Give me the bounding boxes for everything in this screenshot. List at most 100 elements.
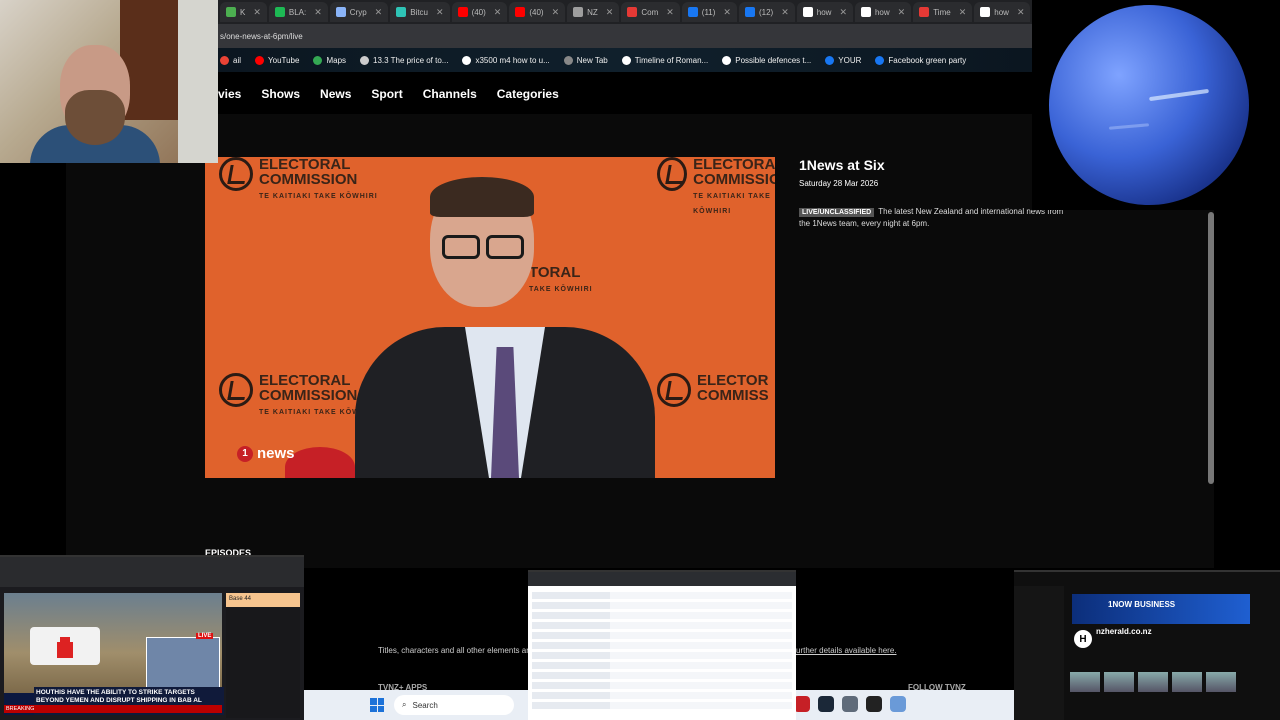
- footer-details-link[interactable]: urther details available here.: [796, 646, 897, 655]
- bookmark-label: ail: [233, 55, 242, 65]
- bookmark-favicon-icon: [621, 55, 631, 65]
- close-icon[interactable]: ✕: [436, 7, 444, 18]
- bookmark-label: New Tab: [576, 55, 608, 65]
- tab-favicon-icon: [335, 7, 346, 17]
- address-bar[interactable]: s/one-news-at-6pm/live: [218, 24, 1032, 48]
- close-icon[interactable]: ✕: [898, 7, 906, 18]
- tab-favicon-icon: [627, 7, 638, 17]
- browser-tab[interactable]: (40) ✕: [451, 2, 508, 22]
- email-row: [532, 662, 792, 669]
- bookmark-favicon-icon: [875, 55, 885, 65]
- chat-panel: Base 44: [226, 593, 300, 718]
- bookmark-label: Maps: [326, 55, 347, 65]
- site-nav-item[interactable]: Shows: [261, 87, 300, 101]
- browser-tab[interactable]: BLA: ✕: [268, 2, 328, 22]
- tab-label: Com: [641, 7, 659, 17]
- close-icon[interactable]: ✕: [959, 7, 967, 18]
- close-icon[interactable]: ✕: [606, 7, 614, 18]
- bookmark-item[interactable]: Timeline of Roman...: [621, 55, 709, 65]
- electoral-commission-logo: ELECTORAL COMMISSION TE KAITIAKI TAKE KŌWH…: [219, 157, 378, 204]
- 1news-bug: 1 news: [237, 445, 295, 462]
- email-row: [532, 652, 792, 659]
- close-icon[interactable]: ✕: [723, 7, 731, 18]
- channel-name: nzherald.co.nz: [1096, 627, 1152, 636]
- close-icon[interactable]: ✕: [781, 7, 789, 18]
- ec-sub: TE KAITIAKI TAKE KŌWHIRI: [693, 193, 771, 215]
- site-nav-item[interactable]: Channels: [423, 87, 477, 101]
- site-nav-item[interactable]: Categories: [497, 87, 559, 101]
- bookmark-label: 13.3 The price of to...: [373, 55, 449, 65]
- browser-tab[interactable]: (12) ✕: [738, 2, 795, 22]
- thumbnail-news-stream: LIVE HOUTHIS HAVE THE ABILITY TO STRIKE …: [0, 555, 304, 720]
- chatgpt-icon[interactable]: [866, 696, 882, 712]
- site-nav-item[interactable]: Sport: [371, 87, 402, 101]
- tab-label: (40): [471, 7, 486, 17]
- electoral-commission-logo-right: ELECTORALCOMMISSIONTE KAITIAKI TAKE KŌWH…: [657, 157, 775, 219]
- bookmark-favicon-icon: [722, 55, 732, 65]
- bookmark-item[interactable]: x3500 m4 how to u...: [462, 55, 550, 65]
- bookmark-item[interactable]: YOUR: [825, 55, 862, 65]
- bookmark-item[interactable]: Facebook green party: [875, 55, 966, 65]
- browser-tab[interactable]: (40) ✕: [509, 2, 566, 22]
- close-icon[interactable]: ✕: [314, 7, 322, 18]
- taskbar-icons: [794, 696, 906, 712]
- bookmark-item[interactable]: ail: [220, 55, 242, 65]
- browser-tab[interactable]: how ✕: [796, 2, 853, 22]
- steam-icon[interactable]: [818, 696, 834, 712]
- bookmark-item[interactable]: Possible defences t...: [722, 55, 812, 65]
- browser-tab[interactable]: K ✕: [220, 2, 267, 22]
- browser-tab[interactable]: Time ✕: [913, 2, 973, 22]
- close-icon[interactable]: ✕: [666, 7, 674, 18]
- browser-tab[interactable]: Bitcu ✕: [390, 2, 450, 22]
- bookmark-label: YOUR: [838, 55, 862, 65]
- close-icon[interactable]: ✕: [839, 7, 847, 18]
- video-player[interactable]: ELECTORAL COMMISSION TE KAITIAKI TAKE KŌWH…: [205, 157, 775, 478]
- bookmark-favicon-icon: [313, 55, 323, 65]
- bookmark-label: Possible defences t...: [735, 55, 812, 65]
- bookmark-item[interactable]: YouTube: [255, 55, 299, 65]
- tick-icon: [219, 157, 253, 191]
- ec-line-2: COMMISSION: [693, 171, 775, 188]
- speaker: [355, 177, 655, 478]
- bookmark-item[interactable]: 13.3 The price of to...: [360, 55, 449, 65]
- browser-tab[interactable]: Com ✕: [621, 2, 680, 22]
- site-nav: vies Shows News Sport Channels Categories: [218, 74, 1032, 114]
- tab-favicon-icon: [744, 7, 755, 17]
- close-icon[interactable]: ✕: [494, 7, 502, 18]
- app-red-icon[interactable]: [794, 696, 810, 712]
- windows-start-icon[interactable]: [370, 698, 384, 712]
- tick-icon: [657, 373, 691, 407]
- bookmark-item[interactable]: Maps: [313, 55, 347, 65]
- email-row: [532, 642, 792, 649]
- email-row: [532, 622, 792, 629]
- close-icon[interactable]: ✕: [1017, 7, 1025, 18]
- bookmark-item[interactable]: New Tab: [563, 55, 608, 65]
- program-title: 1News at Six: [799, 157, 885, 173]
- close-icon[interactable]: ✕: [253, 7, 261, 18]
- email-row: [532, 702, 792, 709]
- browser-tab[interactable]: NZ ✕: [567, 2, 620, 22]
- tab-label: (11): [701, 7, 716, 17]
- bookmark-label: Timeline of Roman...: [634, 55, 709, 65]
- ambulance-image: [30, 627, 100, 665]
- site-nav-item[interactable]: News: [320, 87, 351, 101]
- browser-tab[interactable]: (11) ✕: [681, 2, 737, 22]
- browser-tab[interactable]: Cryp ✕: [329, 2, 389, 22]
- settings-gear-icon[interactable]: [842, 696, 858, 712]
- tab-favicon-icon: [802, 7, 813, 17]
- search-placeholder: Search: [412, 700, 438, 710]
- close-icon[interactable]: ✕: [375, 7, 383, 18]
- chat-header: Base 44: [226, 593, 300, 607]
- live-badge: LIVE: [196, 633, 214, 639]
- close-icon[interactable]: ✕: [552, 7, 560, 18]
- site-nav-item[interactable]: vies: [218, 87, 241, 101]
- thumbnail-youtube-window: 1NOW BUSINESS H nzherald.co.nz: [1014, 570, 1280, 720]
- tab-label: (12): [758, 7, 774, 17]
- app-blue-icon[interactable]: [890, 696, 906, 712]
- taskbar-search[interactable]: ⌕ Search: [394, 695, 514, 715]
- tab-bar: K ✕ BLA: ✕ Cryp ✕ Bitcu ✕ (40) ✕ (40) ✕ NZ ✕ Com ✕ (11) ✕…: [218, 0, 1032, 24]
- browser-tab[interactable]: how ✕: [974, 2, 1031, 22]
- page-scrollbar[interactable]: [1208, 212, 1214, 484]
- electoral-commission-logo-bottom-right: ELECTOR COMMISS: [657, 373, 769, 407]
- browser-tab[interactable]: how ✕: [854, 2, 912, 22]
